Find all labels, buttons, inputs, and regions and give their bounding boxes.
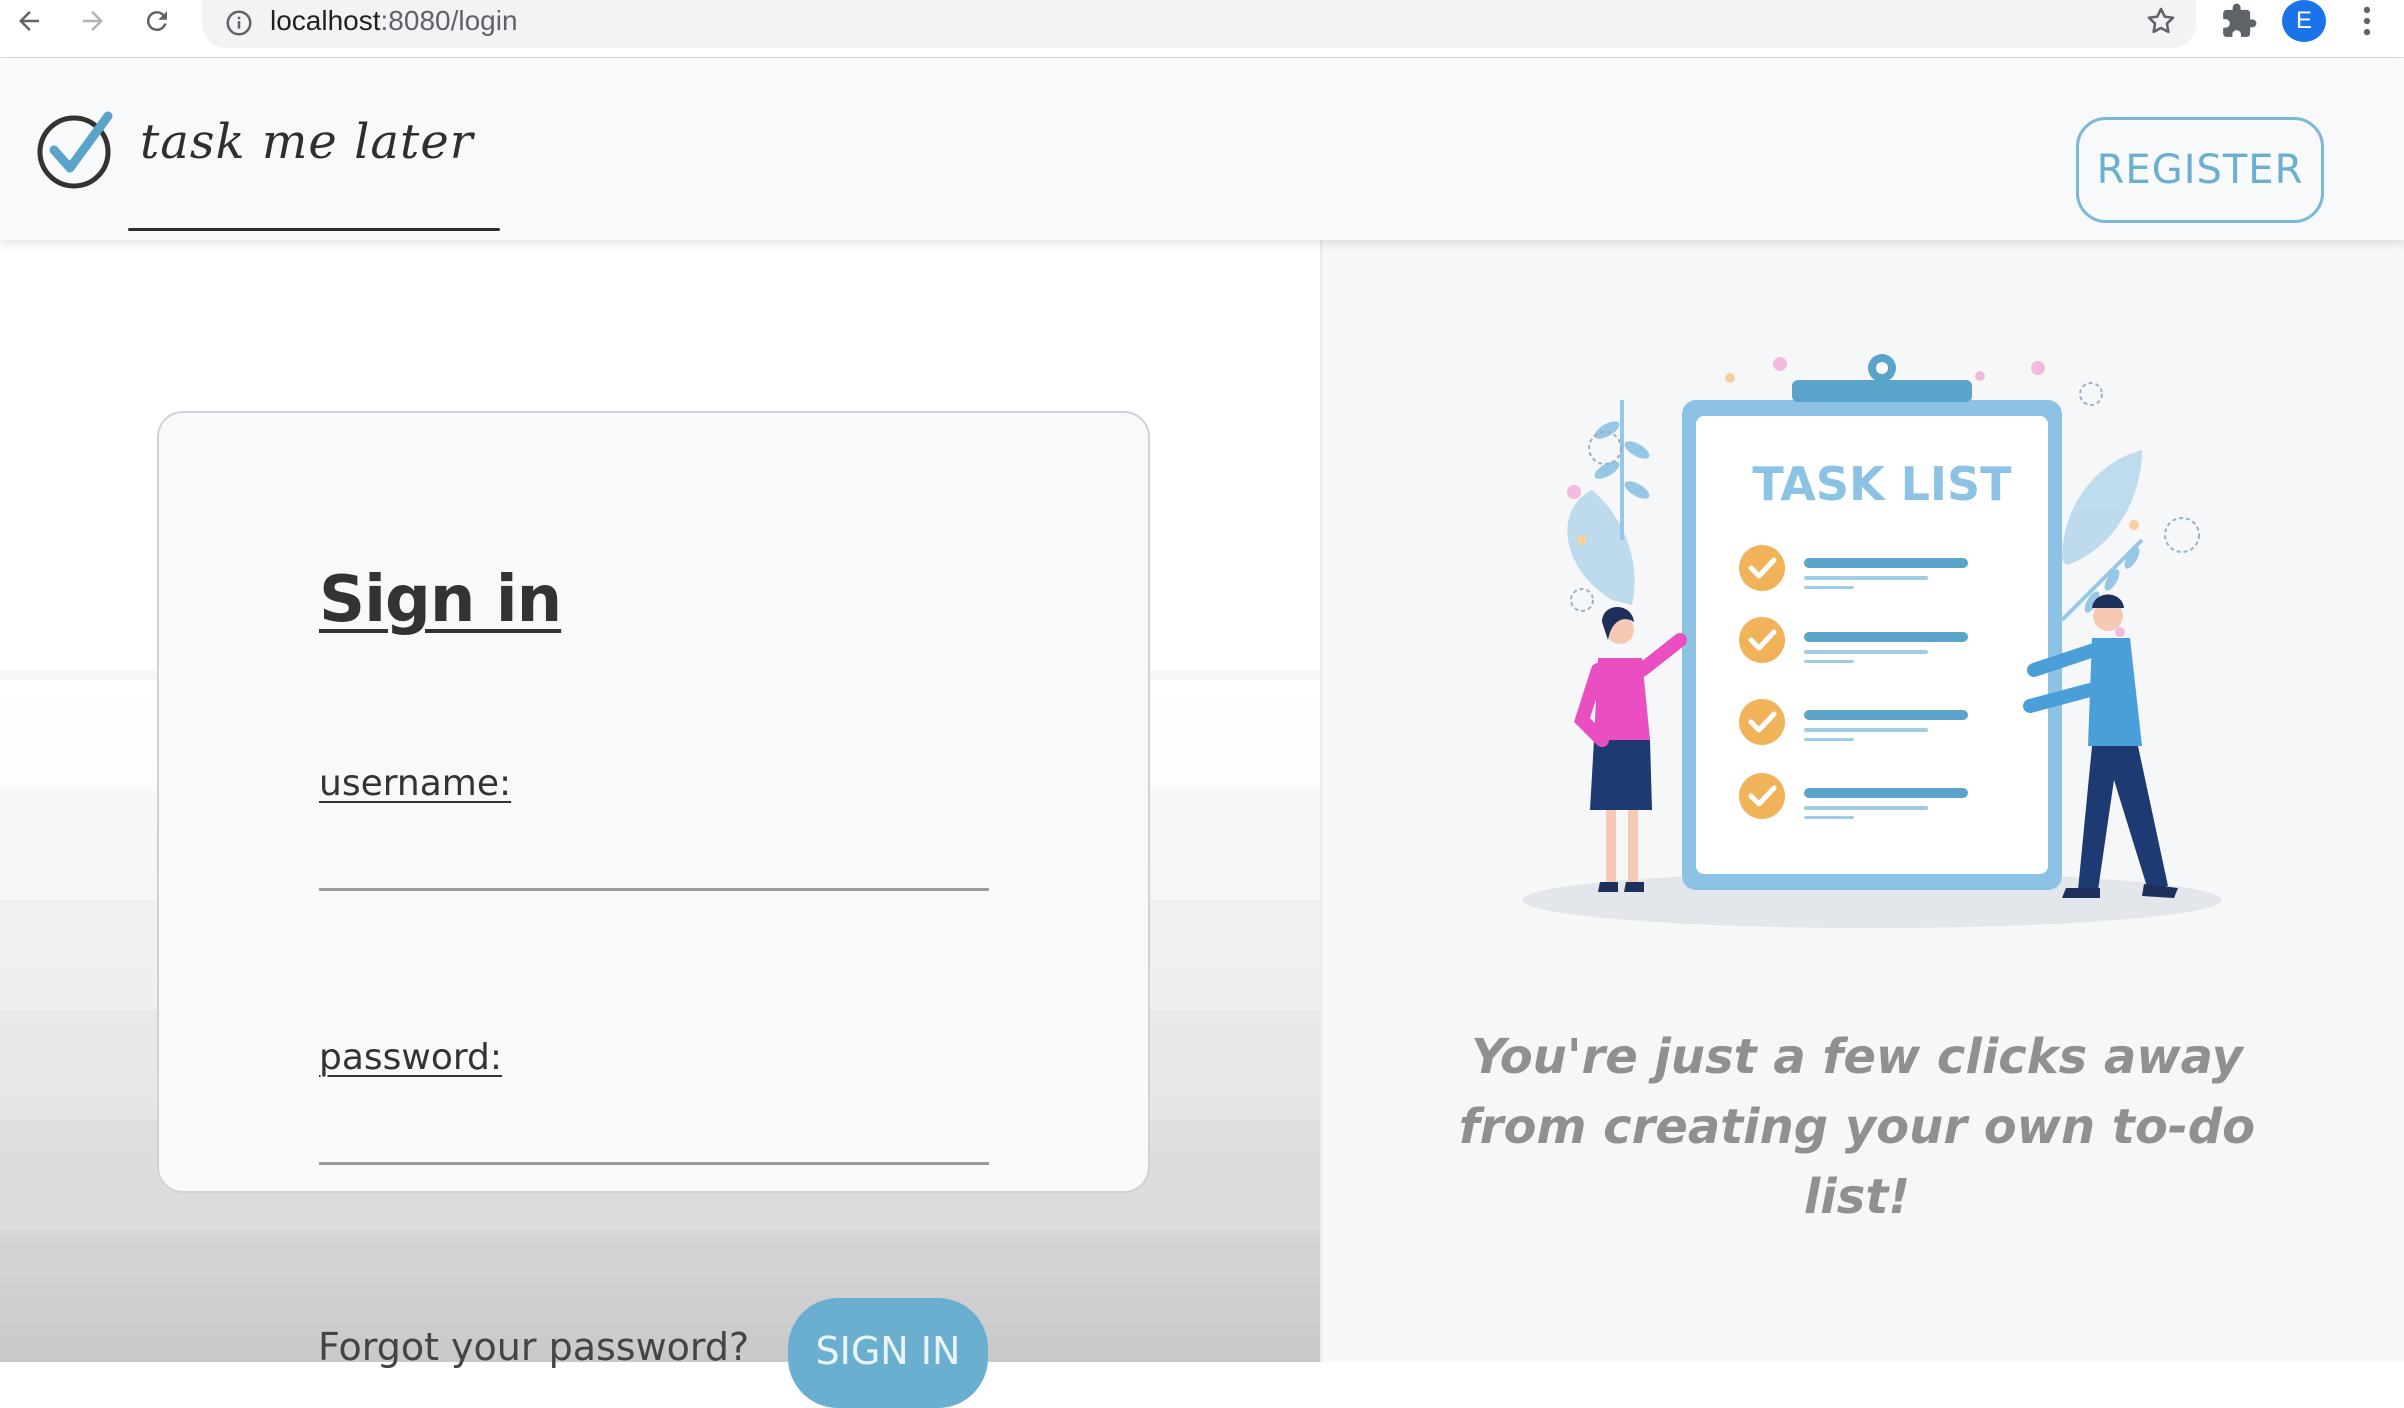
password-input[interactable]	[319, 1105, 989, 1165]
promo-tagline: You're just a few clicks away from creat…	[1458, 1029, 2256, 1225]
reload-button[interactable]	[128, 0, 186, 42]
promo-panel: TASK LIST You're just a few clicks away …	[1320, 240, 2404, 1362]
forgot-password-link[interactable]: Forgot your password?	[318, 1325, 749, 1369]
extensions-puzzle-icon[interactable]	[2220, 2, 2258, 40]
browser-toolbar: localhost:8080/login E	[0, 0, 2404, 58]
logo-text: task me later	[140, 114, 474, 170]
checkmark-logo-icon	[37, 111, 113, 189]
info-icon[interactable]	[224, 8, 254, 38]
register-button[interactable]: REGISTER	[2076, 117, 2324, 223]
url-text: localhost:8080/login	[270, 4, 518, 38]
url-path: :8080/login	[380, 5, 518, 36]
username-input[interactable]	[319, 831, 989, 891]
woman-figure	[1574, 607, 1687, 892]
reload-icon	[146, 11, 167, 32]
kebab-menu-icon[interactable]	[2352, 2, 2382, 40]
address-bar[interactable]: localhost:8080/login	[202, 0, 2196, 48]
leaf-decoration-right	[2060, 450, 2144, 622]
task-list-heading: TASK LIST	[1752, 457, 2012, 511]
logo[interactable]: task me later	[36, 110, 500, 240]
signin-button[interactable]: SIGN IN	[788, 1298, 988, 1408]
bookmark-star-icon[interactable]	[2144, 4, 2178, 38]
username-label: username:	[319, 763, 512, 804]
signin-title: Sign in	[319, 563, 562, 637]
logo-underline	[128, 228, 500, 231]
url-host: localhost	[270, 5, 381, 36]
app-header: task me later REGISTER	[0, 58, 2404, 240]
arrow-right-icon	[83, 11, 103, 31]
task-list-illustration: TASK LIST	[1522, 354, 2222, 928]
arrow-left-icon	[19, 11, 39, 31]
forward-button[interactable]	[64, 0, 122, 42]
signin-card: Sign in username: password:	[157, 411, 1150, 1193]
password-label: password:	[319, 1037, 503, 1078]
profile-avatar[interactable]: E	[2282, 0, 2326, 42]
back-button[interactable]	[0, 0, 58, 42]
leaf-decoration-left	[1567, 400, 1650, 605]
